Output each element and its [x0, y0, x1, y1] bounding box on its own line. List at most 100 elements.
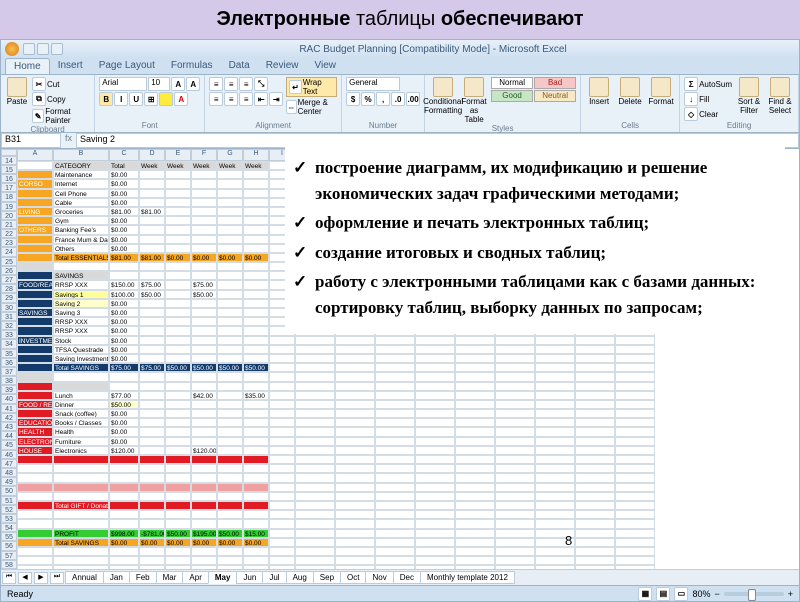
row-header[interactable]: 50: [1, 486, 17, 495]
cell[interactable]: [17, 382, 53, 391]
cond-format-button[interactable]: Conditional Formatting: [429, 77, 457, 115]
cell[interactable]: [535, 437, 575, 446]
underline-button[interactable]: U: [129, 92, 143, 106]
cell[interactable]: [269, 519, 295, 528]
cell[interactable]: [217, 235, 243, 244]
save-icon[interactable]: [23, 43, 35, 55]
cell[interactable]: [335, 382, 375, 391]
cell[interactable]: [17, 363, 53, 372]
cell[interactable]: [243, 547, 269, 556]
row-header[interactable]: 40: [1, 394, 17, 403]
cell[interactable]: [455, 492, 495, 501]
cell[interactable]: [17, 271, 53, 280]
row-header[interactable]: 58: [1, 560, 17, 569]
cell[interactable]: [615, 483, 655, 492]
cell[interactable]: $0.00: [165, 253, 191, 262]
cell[interactable]: [335, 483, 375, 492]
cell[interactable]: [295, 565, 335, 569]
cell[interactable]: [217, 409, 243, 418]
style-normal[interactable]: Normal: [491, 77, 533, 89]
tab-nav-next-icon[interactable]: ▶: [34, 572, 48, 584]
cell[interactable]: [17, 409, 53, 418]
cell[interactable]: [415, 547, 455, 556]
cell[interactable]: France Mum & Dad: [53, 235, 109, 244]
cell[interactable]: [415, 538, 455, 547]
cell[interactable]: [415, 492, 455, 501]
cell[interactable]: [17, 317, 53, 326]
cell[interactable]: [217, 510, 243, 519]
cell[interactable]: $50.00: [165, 529, 191, 538]
cell[interactable]: [335, 345, 375, 354]
cell[interactable]: [335, 418, 375, 427]
sheet-tab[interactable]: Jan: [103, 571, 130, 584]
cell[interactable]: [17, 547, 53, 556]
percent-icon[interactable]: %: [361, 92, 375, 106]
cell[interactable]: [269, 354, 295, 363]
cell[interactable]: [535, 501, 575, 510]
cell[interactable]: [335, 363, 375, 372]
cell[interactable]: [217, 382, 243, 391]
cell[interactable]: [269, 547, 295, 556]
cell[interactable]: [415, 483, 455, 492]
cell[interactable]: [575, 510, 615, 519]
cell[interactable]: [575, 418, 615, 427]
cell[interactable]: [615, 565, 655, 569]
cell[interactable]: $0.00: [109, 170, 139, 179]
fill-button[interactable]: ↓Fill: [684, 92, 732, 106]
cell[interactable]: [165, 244, 191, 253]
cell[interactable]: [495, 372, 535, 381]
cell[interactable]: [165, 391, 191, 400]
cell[interactable]: $0.00: [191, 253, 217, 262]
shrink-font-icon[interactable]: A: [186, 77, 200, 91]
cell[interactable]: [615, 547, 655, 556]
cell[interactable]: [295, 391, 335, 400]
sheet-tab[interactable]: Dec: [393, 571, 421, 584]
cell[interactable]: [295, 547, 335, 556]
cell[interactable]: [269, 473, 295, 482]
cell[interactable]: [615, 464, 655, 473]
tab-review[interactable]: Review: [258, 58, 307, 74]
cell[interactable]: [335, 556, 375, 565]
cell[interactable]: [455, 391, 495, 400]
cell[interactable]: [615, 529, 655, 538]
cell[interactable]: [109, 464, 139, 473]
row-header[interactable]: 44: [1, 431, 17, 440]
cell[interactable]: [455, 363, 495, 372]
row-header[interactable]: 54: [1, 523, 17, 532]
cell[interactable]: $50.00: [139, 290, 165, 299]
cell[interactable]: [615, 455, 655, 464]
cell[interactable]: [191, 262, 217, 271]
cell[interactable]: $77.00: [109, 391, 139, 400]
row-header[interactable]: 48: [1, 468, 17, 477]
cell[interactable]: [455, 372, 495, 381]
zoom-in-button[interactable]: +: [788, 589, 793, 599]
cell[interactable]: [53, 473, 109, 482]
cell[interactable]: $0.00: [109, 198, 139, 207]
cell[interactable]: [375, 501, 415, 510]
cell[interactable]: Snack (coffee): [53, 409, 109, 418]
cell[interactable]: Week: [139, 161, 165, 170]
cell[interactable]: Saving Investment (Bull/conseil): [53, 354, 109, 363]
cell[interactable]: [535, 483, 575, 492]
cell[interactable]: [139, 326, 165, 335]
cell[interactable]: [217, 290, 243, 299]
cell[interactable]: [455, 483, 495, 492]
cell[interactable]: [243, 483, 269, 492]
row-header[interactable]: 31: [1, 312, 17, 321]
tab-data[interactable]: Data: [221, 58, 258, 74]
cell[interactable]: Week: [165, 161, 191, 170]
cell[interactable]: [17, 519, 53, 528]
cell[interactable]: [495, 455, 535, 464]
cell[interactable]: [575, 382, 615, 391]
format-cell-button[interactable]: Format: [647, 77, 675, 106]
cell[interactable]: [495, 437, 535, 446]
cell[interactable]: [375, 529, 415, 538]
cell[interactable]: [615, 519, 655, 528]
row-header[interactable]: 38: [1, 376, 17, 385]
cell[interactable]: $998.00: [109, 529, 139, 538]
cell[interactable]: [243, 198, 269, 207]
cell[interactable]: [269, 538, 295, 547]
cell[interactable]: [575, 455, 615, 464]
cell[interactable]: [139, 510, 165, 519]
cell[interactable]: [535, 372, 575, 381]
